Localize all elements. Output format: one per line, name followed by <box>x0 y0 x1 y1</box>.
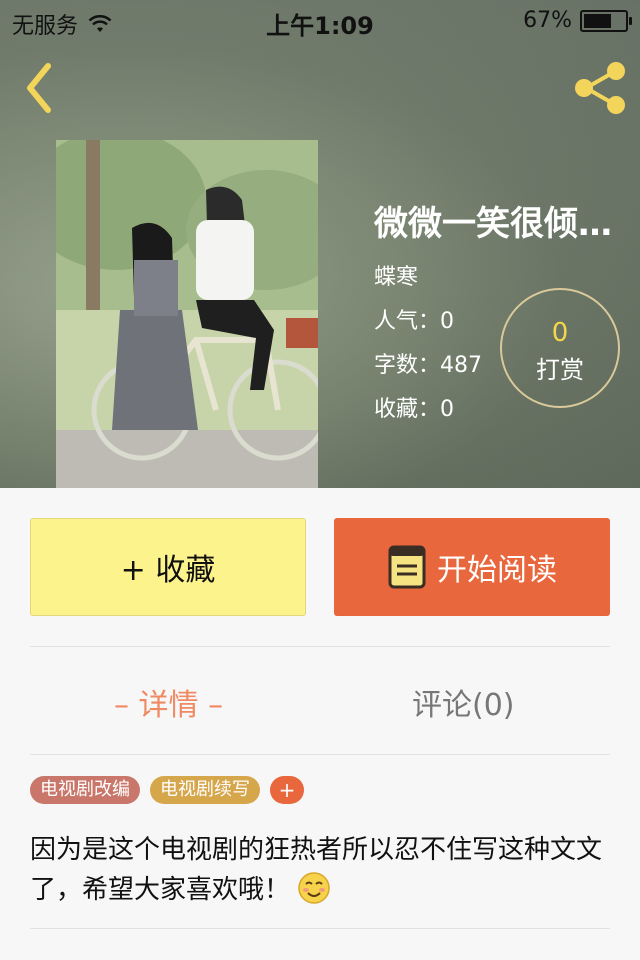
battery-percent: 67% <box>523 8 572 33</box>
add-tag-button[interactable]: + <box>270 776 304 804</box>
share-button[interactable] <box>572 62 628 114</box>
share-icon <box>575 62 625 114</box>
next-section-peek <box>30 938 610 960</box>
battery-icon <box>580 9 632 32</box>
book-icon <box>388 545 426 589</box>
tag-chip[interactable]: 电视剧续写 <box>150 776 260 804</box>
status-bar: 无服务 上午1:09 67% <box>0 0 640 40</box>
reward-count: 0 <box>551 318 569 348</box>
tag-list: 电视剧改编 电视剧续写 + <box>30 776 304 804</box>
book-header: 无服务 上午1:09 67% 微微一笑很倾… 蝶寒 人气：0 字数：487 收藏… <box>0 0 640 488</box>
tag-chip[interactable]: 电视剧改编 <box>30 776 140 804</box>
start-reading-label: 开始阅读 <box>437 553 557 588</box>
back-button[interactable] <box>18 58 68 118</box>
reward-label: 打赏 <box>536 356 584 384</box>
start-reading-button[interactable]: 开始阅读 <box>334 518 610 616</box>
smiling-face-icon <box>298 872 331 904</box>
book-cover-image[interactable] <box>56 140 318 488</box>
divider <box>30 646 610 647</box>
divider <box>30 928 610 929</box>
book-author: 蝶寒 <box>374 265 419 290</box>
book-description: 因为是这个电视剧的狂热者所以忍不住写这种文文了，希望大家喜欢哦！ <box>30 830 610 910</box>
battery-level <box>584 13 611 28</box>
tab-comments[interactable]: 评论(0) <box>412 680 515 724</box>
collect-button[interactable]: + 收藏 <box>30 518 306 616</box>
cover-illustration <box>56 140 318 488</box>
collect-button-label: + 收藏 <box>120 553 216 588</box>
book-title: 微微一笑很倾… <box>374 204 612 244</box>
tab-detail[interactable]: – 详情 – <box>114 680 223 724</box>
reward-button[interactable]: 0 打赏 <box>500 288 620 408</box>
divider <box>30 754 610 755</box>
chevron-left-icon <box>27 63 51 113</box>
